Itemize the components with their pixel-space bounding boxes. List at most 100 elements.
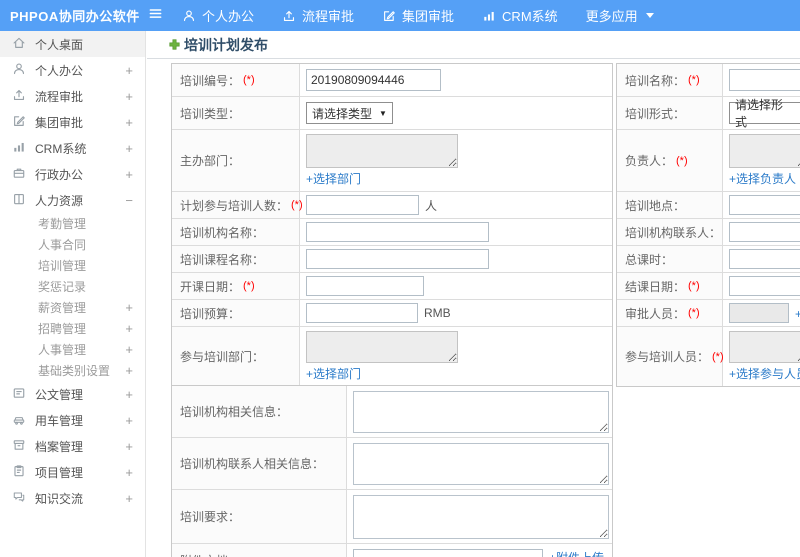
- edit-icon: [382, 9, 396, 23]
- expand-toggle: +: [125, 300, 133, 315]
- sidebar-subitem-label: 人事合同: [38, 238, 87, 252]
- unit-suffix: 人: [425, 198, 438, 213]
- required-marker: (*): [243, 74, 255, 86]
- planned-participants-input[interactable]: [306, 195, 419, 215]
- sidebar-subitem-hr-contract[interactable]: 人事合同: [0, 234, 145, 255]
- select-value: 请选择形式: [735, 98, 784, 129]
- field-label: 附件文档：: [180, 552, 240, 557]
- training-requirements-textarea[interactable]: [353, 494, 609, 539]
- currency-suffix: RMB: [424, 306, 451, 320]
- sidebar-item-admin-office[interactable]: 行政办公 +: [0, 161, 145, 187]
- training-number-input[interactable]: [306, 69, 441, 91]
- select-leader-link[interactable]: +选择负责人: [729, 170, 796, 187]
- nav-item-label: CRM系统: [502, 9, 558, 24]
- field-label: 培训名称：: [625, 73, 686, 88]
- edit-icon: [12, 114, 35, 131]
- sidebar-item-label: 行政办公: [35, 167, 84, 182]
- attachment-upload-link[interactable]: +附件上传: [549, 549, 604, 557]
- field-label: 参与培训部门：: [180, 350, 265, 364]
- sidebar-subitem-salary-management[interactable]: 薪资管理 +: [0, 297, 145, 318]
- sidebar-item-document-management[interactable]: 公文管理 +: [0, 381, 145, 407]
- collapse-toggle: −: [125, 192, 133, 208]
- training-org-name-input[interactable]: [306, 222, 489, 242]
- sidebar-subitem-base-category-settings[interactable]: 基础类别设置 +: [0, 360, 145, 381]
- org-info-textarea[interactable]: [353, 390, 609, 433]
- sidebar-item-label: 知识交流: [35, 491, 84, 506]
- participating-departments-textarea[interactable]: [306, 331, 458, 363]
- sidebar-item-archive-management[interactable]: 档案管理 +: [0, 433, 145, 459]
- upload-icon: [282, 9, 296, 23]
- nav-item-label: 流程审批: [302, 9, 355, 24]
- sidebar-item-label: 流程审批: [35, 89, 84, 104]
- clipboard-icon: [12, 464, 35, 481]
- sidebar-subitem-personnel-management[interactable]: 人事管理 +: [0, 339, 145, 360]
- training-name-input[interactable]: [729, 69, 800, 91]
- field-label: 审批人员：: [625, 306, 686, 321]
- chat-icon: [12, 490, 35, 507]
- nav-item-group-approval[interactable]: 集团审批: [382, 6, 454, 25]
- upload-icon: [12, 88, 35, 105]
- sidebar-item-workflow-approval[interactable]: 流程审批 +: [0, 83, 145, 109]
- sidebar-item-project-management[interactable]: 项目管理 +: [0, 459, 145, 485]
- host-department-textarea[interactable]: [306, 134, 458, 168]
- nav-item-workflow-approval[interactable]: 流程审批: [282, 6, 354, 25]
- nav-item-more-apps[interactable]: 更多应用: [586, 6, 654, 25]
- sidebar-subitem-label: 招聘管理: [38, 322, 87, 336]
- nav-item-label: 集团审批: [402, 9, 455, 24]
- start-date-input[interactable]: [306, 276, 424, 296]
- org-contact-info-textarea[interactable]: [353, 442, 609, 485]
- sidebar-item-personal-office[interactable]: 个人办公 +: [0, 57, 145, 83]
- participants-textarea[interactable]: [729, 331, 800, 363]
- sidebar-subitem-training-management[interactable]: 培训管理: [0, 255, 145, 276]
- nav-item-label: 更多应用: [585, 9, 638, 24]
- sidebar-subitem-label: 培训管理: [38, 259, 87, 273]
- select-participants-link[interactable]: +选择参与人员: [729, 365, 800, 382]
- expand-toggle: +: [125, 88, 133, 104]
- add-icon: [168, 38, 181, 51]
- sidebar-item-label: 档案管理: [35, 439, 84, 454]
- sidebar-item-human-resources[interactable]: 人力资源 −: [0, 187, 145, 213]
- required-marker: (*): [712, 350, 724, 363]
- training-form-select[interactable]: 请选择形式 ▼: [729, 98, 800, 129]
- leader-textarea[interactable]: [729, 134, 800, 168]
- sidebar-subitem-label: 考勤管理: [38, 217, 87, 231]
- training-type-select[interactable]: 请选择类型 ▼: [306, 102, 393, 124]
- nav-item-crm-system[interactable]: CRM系统: [482, 6, 558, 25]
- training-location-input[interactable]: [729, 195, 800, 215]
- select-approver-link[interactable]: +选择审批人员: [795, 305, 800, 322]
- page-title-bar: 培训计划发布: [147, 31, 800, 59]
- sidebar-item-vehicle-management[interactable]: 用车管理 +: [0, 407, 145, 433]
- field-label: 培训地点：: [625, 198, 686, 213]
- sidebar-item-crm-system[interactable]: CRM系统 +: [0, 135, 145, 161]
- sidebar-item-label: 集团审批: [35, 115, 84, 130]
- sidebar-item-knowledge-exchange[interactable]: 知识交流 +: [0, 485, 145, 511]
- sidebar-item-personal-desktop[interactable]: 个人桌面: [0, 31, 145, 57]
- select-department-link[interactable]: +选择部门: [306, 170, 361, 187]
- bar-chart-icon: [12, 140, 35, 157]
- sidebar-item-label: 用车管理: [35, 413, 84, 428]
- required-marker: (*): [688, 74, 700, 86]
- sidebar-subitem-recruitment-management[interactable]: 招聘管理 +: [0, 318, 145, 339]
- sidebar-subitem-attendance-management[interactable]: 考勤管理: [0, 213, 145, 234]
- org-contact-input[interactable]: [729, 222, 800, 242]
- training-budget-input[interactable]: [306, 303, 418, 323]
- end-date-input[interactable]: [729, 276, 800, 296]
- attachment-input[interactable]: [353, 549, 543, 557]
- select-department-link[interactable]: +选择部门: [306, 365, 361, 382]
- sidebar-subitem-reward-punishment[interactable]: 奖惩记录: [0, 276, 145, 297]
- sidebar-item-label: CRM系统: [35, 141, 87, 156]
- expand-toggle: +: [125, 342, 133, 357]
- required-marker: (*): [676, 154, 688, 167]
- hamburger-menu-button[interactable]: [148, 6, 182, 26]
- total-hours-input[interactable]: [729, 249, 800, 269]
- expand-toggle: +: [125, 386, 133, 402]
- user-icon: [182, 9, 196, 23]
- nav-item-personal-office[interactable]: 个人办公: [182, 6, 254, 25]
- training-course-name-input[interactable]: [306, 249, 489, 269]
- user-icon: [12, 62, 35, 79]
- field-label: 总课时：: [625, 252, 674, 267]
- field-label: 培训形式：: [625, 106, 686, 121]
- approver-input[interactable]: [729, 303, 789, 323]
- field-label: 培训要求：: [180, 510, 241, 524]
- sidebar-item-group-approval[interactable]: 集团审批 +: [0, 109, 145, 135]
